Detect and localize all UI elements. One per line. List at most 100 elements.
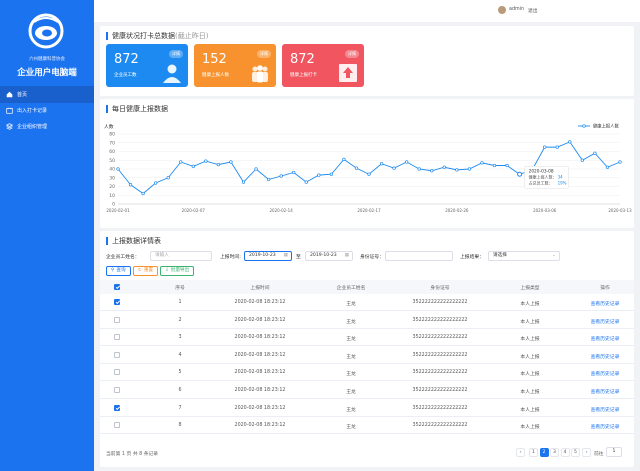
name-input[interactable]: 请输入 [150, 251, 212, 261]
result-select-value: 请选择 [493, 253, 507, 258]
cell-type: 本人上报 [520, 372, 540, 378]
sidebar-item-home[interactable]: 首页 [0, 86, 94, 103]
data-point [430, 169, 434, 173]
prev-page-button[interactable]: ‹ [516, 448, 525, 457]
date-to-value: 2019-10-23 [310, 253, 337, 258]
result-select[interactable]: 请选择 ⌄ [488, 251, 560, 261]
cell-name: 王龙 [346, 425, 356, 431]
cell-type: 本人上报 [520, 337, 540, 343]
goto-label: 前往 [594, 452, 604, 457]
data-point [442, 165, 446, 169]
username[interactable]: admin [509, 7, 524, 12]
page-button[interactable]: 4 [560, 448, 570, 457]
view-history-link[interactable]: 查看历史记录 [580, 300, 630, 307]
data-point [204, 159, 208, 163]
data-point [555, 145, 559, 149]
org-name: 六州健康科普协会 [29, 57, 65, 62]
view-history-link[interactable]: 查看历史记录 [580, 423, 630, 430]
view-history-link[interactable]: 查看历史记录 [580, 335, 630, 342]
data-point [467, 167, 472, 171]
data-point [492, 163, 497, 168]
date-to-input[interactable]: 2019-10-23 ▦ [305, 251, 353, 261]
data-point [580, 158, 585, 162]
x-tick-label: 2020-02-01 [106, 208, 130, 213]
time-filter-label: 上报时间: [220, 255, 241, 260]
data-point [266, 177, 271, 182]
col-name: 企业员工姓名 [336, 286, 366, 291]
cell-type: 本人上报 [520, 425, 540, 431]
cell-name: 王龙 [346, 372, 356, 378]
row-checkbox[interactable] [114, 334, 120, 341]
row-checkbox[interactable] [114, 422, 120, 429]
sidebar-item-checkin[interactable]: 出入打卡记录 [0, 102, 94, 119]
data-point [191, 164, 195, 169]
page-button[interactable]: 3 [550, 448, 559, 457]
details-button[interactable]: 详情 [257, 50, 271, 58]
page-button[interactable]: 5 [571, 448, 580, 457]
x-tick-label: 2020-02-17 [357, 208, 381, 213]
row-checkbox[interactable] [114, 404, 120, 411]
data-point [116, 167, 120, 171]
legend-marker [582, 124, 586, 128]
cell-type: 本人上报 [520, 319, 540, 325]
view-history-link[interactable]: 查看历史记录 [580, 353, 630, 360]
cell-time: 2020-02-08 18:23:12 [234, 405, 286, 411]
data-point [405, 160, 409, 164]
y-tick-label: 60 [109, 149, 115, 155]
details-button[interactable]: 详情 [169, 50, 183, 58]
sidebar-item-org[interactable]: 企业组织管理 [0, 118, 94, 135]
card-label: 健康上报人数 [202, 73, 229, 78]
cell-name: 王龙 [346, 337, 356, 343]
page-button[interactable]: 2 [539, 448, 549, 457]
logo-icon [28, 13, 64, 49]
table-row: 5 2020-02-08 18:23:12 王龙 352222222222222222… [100, 364, 634, 382]
daily-line-chart: 0 10 20 30 40 50 60 70 80 人数 2020-02-01 2020-02-07 2… [104, 123, 632, 214]
cell-no: 2 [178, 317, 182, 323]
goto-page-value: 1 [612, 449, 616, 454]
chevron-down-icon: ⌄ [552, 253, 556, 258]
cell-type: 本人上报 [520, 354, 540, 360]
goto-page-input[interactable]: 1 [606, 447, 622, 457]
details-button[interactable]: 详情 [345, 50, 359, 58]
date-from-input[interactable]: 2019-10-23 ▦ [244, 251, 292, 261]
cell-type: 本人上报 [520, 407, 540, 413]
y-tick-label: 0 [112, 202, 115, 208]
card-value: 872 [114, 52, 139, 67]
avatar[interactable] [498, 6, 506, 14]
id-input[interactable] [385, 251, 453, 261]
row-checkbox[interactable] [114, 316, 120, 323]
row-checkbox[interactable] [114, 351, 120, 358]
sidebar-item-label: 出入打卡记录 [17, 108, 48, 114]
data-point [241, 180, 246, 184]
col-action: 操作 [600, 286, 610, 291]
search-button[interactable]: ⚲ 查询 [106, 266, 131, 276]
select-all-checkbox[interactable] [114, 284, 120, 290]
next-page-button[interactable]: › [582, 448, 591, 457]
cell-no: 6 [178, 388, 182, 393]
data-point [342, 157, 346, 162]
data-point [166, 176, 170, 180]
logout-link[interactable]: 退出 [528, 7, 538, 14]
row-checkbox[interactable] [114, 387, 120, 393]
reset-button[interactable]: ↻ 重置 [133, 266, 159, 276]
cell-name: 王龙 [346, 407, 356, 413]
cell-name: 王龙 [346, 354, 356, 360]
data-point [505, 163, 509, 168]
cell-id: 352222222222222222 [412, 352, 468, 358]
cell-id: 352222222222222222 [412, 335, 468, 341]
export-button[interactable]: ⇩ 批量导出 [160, 266, 195, 276]
page-button[interactable]: 1 [529, 448, 538, 457]
row-checkbox[interactable] [114, 299, 120, 305]
cell-id: 352222222222222222 [412, 317, 468, 323]
highlight-point [517, 171, 523, 177]
view-history-link[interactable]: 查看历史记录 [580, 318, 630, 325]
view-history-link[interactable]: 查看历史记录 [580, 406, 630, 413]
card-employees: 872 企业员工数 详情 [106, 44, 188, 87]
id-filter-label: 身份证号： [360, 255, 384, 260]
cell-time: 2020-02-08 18:23:12 [234, 335, 286, 341]
view-history-link[interactable]: 查看历史记录 [580, 388, 630, 395]
row-checkbox[interactable] [114, 369, 120, 376]
card-reporters: 152 健康上报人数 详情 [194, 44, 276, 87]
view-history-link[interactable]: 查看历史记录 [580, 370, 630, 377]
calendar-icon: ▦ [344, 253, 349, 258]
